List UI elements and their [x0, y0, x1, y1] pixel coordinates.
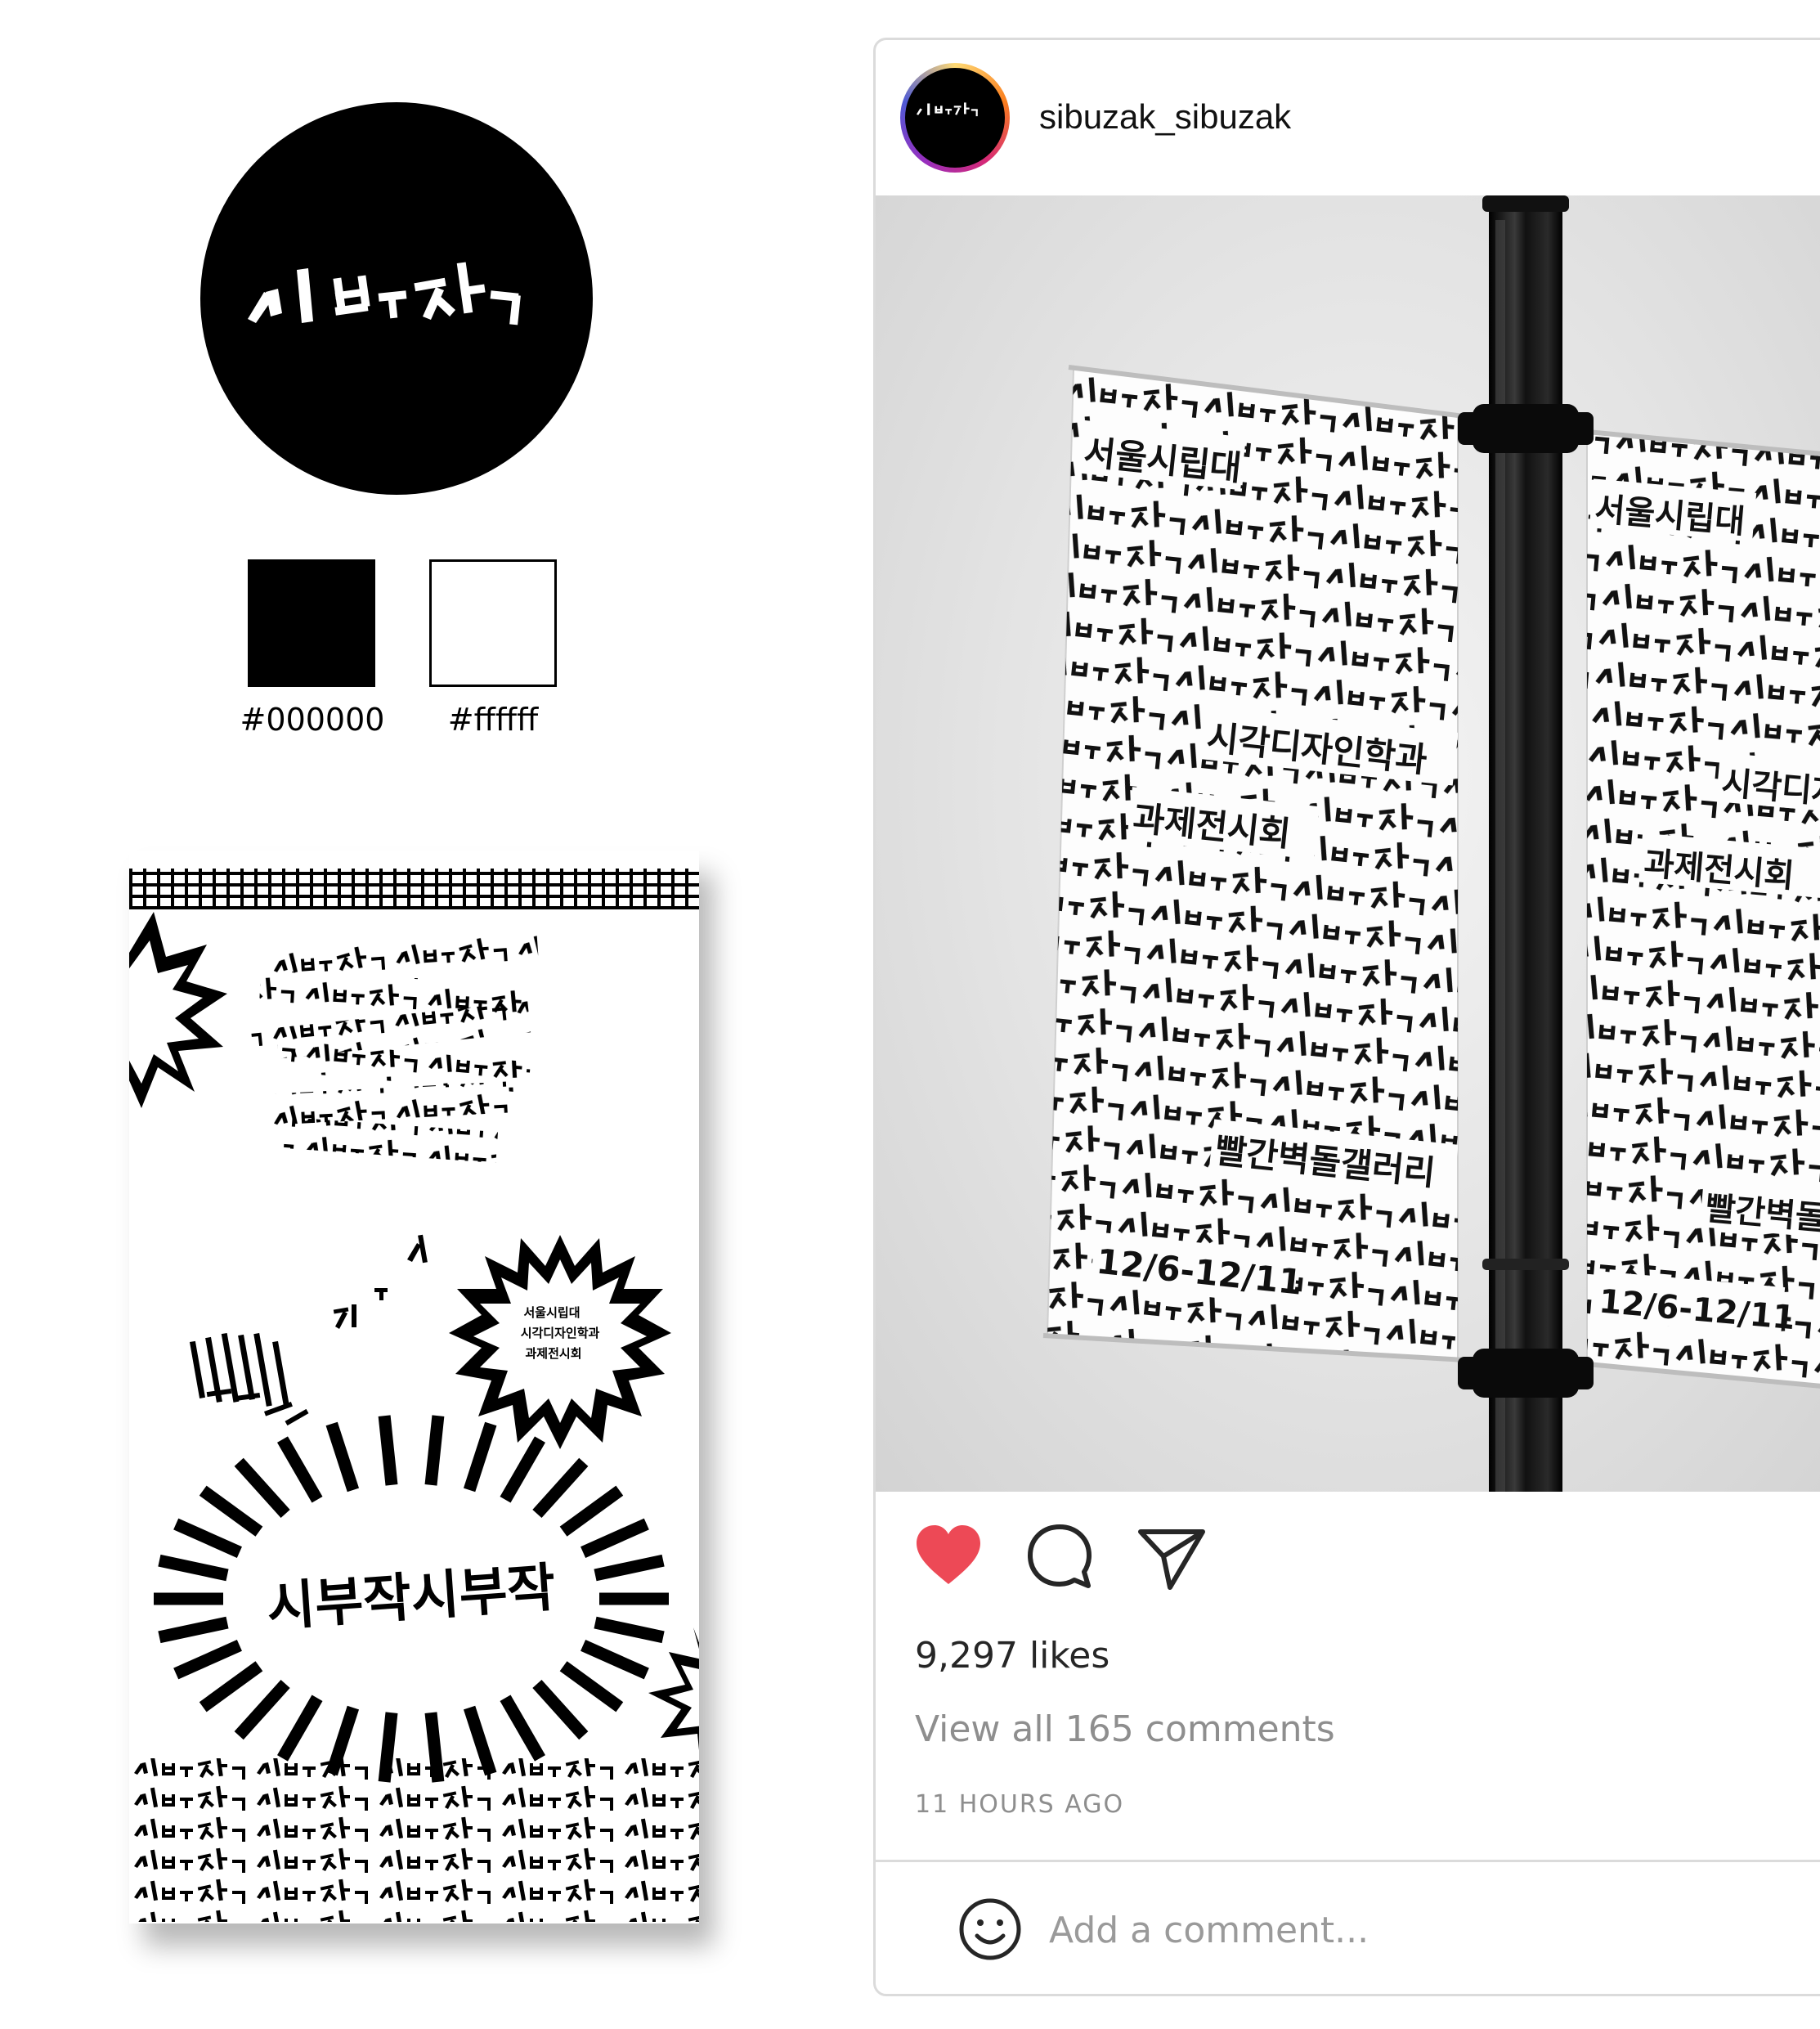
hex-label-white: #ffffff: [447, 702, 539, 738]
poster-mockup: 서울시립대 시각디자인학과 과제전시회 시부작시부작: [129, 851, 699, 1924]
brand-logo: [200, 102, 593, 495]
sunburst-ray: [581, 1640, 649, 1680]
smiley-icon: [959, 1898, 1021, 1960]
sunburst-ray: [199, 1485, 263, 1537]
post-username[interactable]: sibuzak_sibuzak: [1039, 97, 1291, 137]
sunburst-ray: [173, 1518, 242, 1558]
sunburst-ray: [559, 1661, 624, 1713]
comment-divider: [876, 1860, 1820, 1862]
emoji-button[interactable]: [957, 1897, 1023, 1962]
comment-icon: [1028, 1524, 1092, 1588]
banner-mockup: 서울시립대 시각디자인학과 과제전시회 빨간벽돌갤러리 12/6-12/11 서…: [1042, 195, 1820, 1492]
comment-button[interactable]: [1023, 1520, 1096, 1594]
poster-bubble-line-3: 과제전시회: [525, 1346, 581, 1361]
like-button[interactable]: [912, 1520, 985, 1594]
sunburst-ray: [594, 1554, 665, 1582]
sunburst-ray: [158, 1554, 229, 1582]
send-icon: [1138, 1529, 1205, 1590]
sunburst-ray: [234, 1457, 290, 1519]
sunburst-ray: [424, 1415, 445, 1486]
sunburst-ray: [559, 1485, 624, 1537]
instagram-post: sibuzak_sibuzak 서울시립대 시각디자인학과 과제전시회 빨간벽돌…: [873, 38, 1820, 1996]
likes-count[interactable]: 9,297 likes: [915, 1635, 1109, 1677]
sunburst-ray: [199, 1661, 263, 1713]
sunburst-ray: [234, 1679, 290, 1740]
hex-label-black: #000000: [240, 702, 385, 738]
sunburst-ray: [463, 1421, 497, 1493]
poster-bubble-line-2: 시각디자인학과: [521, 1326, 600, 1340]
logo-lettering: [248, 262, 521, 325]
sunburst-ray: [532, 1457, 589, 1519]
sunburst-ray: [532, 1679, 589, 1740]
poster-artwork: 서울시립대 시각디자인학과 과제전시회 시부작시부작: [129, 869, 699, 1922]
avatar-story-ring[interactable]: [900, 63, 1010, 173]
sunburst-ray: [581, 1518, 649, 1558]
avatar[interactable]: [905, 68, 1005, 168]
sunburst-ray: [158, 1616, 229, 1644]
avatar-logo: [916, 102, 978, 117]
sunburst-ray: [277, 1436, 323, 1503]
sunburst-ray: [173, 1640, 242, 1680]
add-comment-input[interactable]: [1047, 1901, 1786, 1959]
color-swatch-white: [429, 559, 557, 687]
poster-headline: 시부작시부작: [265, 1558, 558, 1638]
sunburst-ray: [378, 1415, 398, 1486]
poster-bubble-line-1: 서울시립대: [523, 1305, 580, 1320]
post-header: sibuzak_sibuzak: [876, 40, 1820, 195]
color-swatch-black: [248, 559, 375, 687]
post-image[interactable]: 서울시립대 시각디자인학과 과제전시회 빨간벽돌갤러리 12/6-12/11 서…: [876, 195, 1820, 1492]
sunburst-ray: [594, 1616, 665, 1644]
heart-icon: [917, 1525, 980, 1584]
sunburst-ray: [500, 1436, 545, 1503]
sunburst-ray: [277, 1695, 323, 1762]
sunburst-ray: [325, 1421, 360, 1493]
sunburst-ray: [500, 1695, 545, 1762]
share-button[interactable]: [1134, 1520, 1208, 1594]
view-all-comments-link[interactable]: View all 165 comments: [915, 1708, 1335, 1750]
post-timestamp: 11 HOURS AGO: [915, 1790, 1125, 1819]
